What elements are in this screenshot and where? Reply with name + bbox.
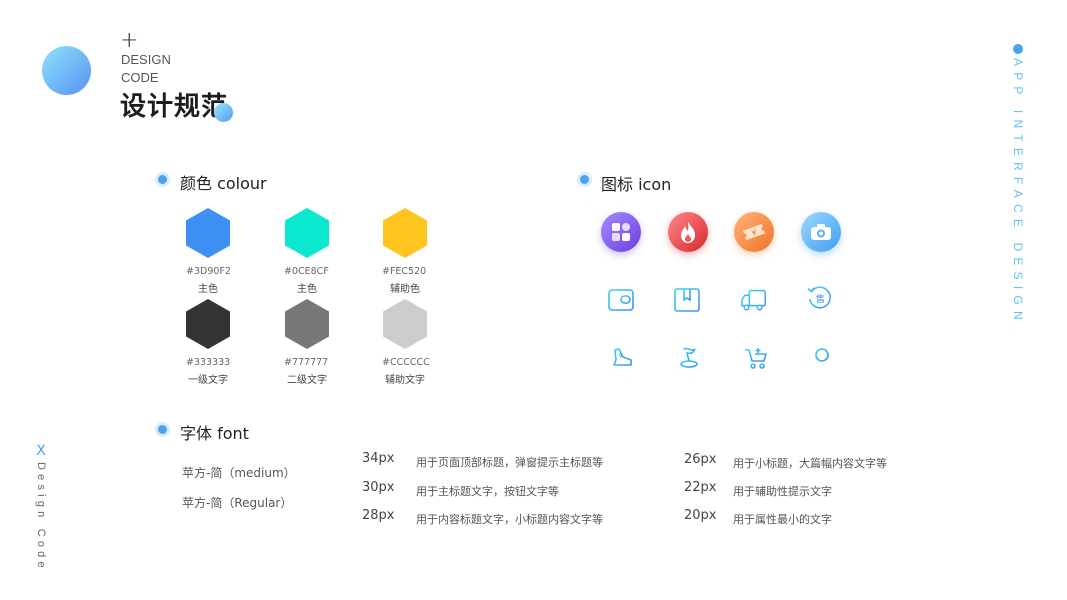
wallet-icon-glyph	[608, 289, 634, 311]
design-code-line2: CODE	[121, 70, 159, 85]
fire-icon[interactable]	[668, 212, 708, 252]
flag-icon-glyph	[680, 347, 698, 368]
font-size-description: 用于内容标题文字，小标题内容文字等	[416, 513, 603, 526]
font-size-description: 用于小标题，大篇幅内容文字等	[733, 457, 887, 470]
flag-icon[interactable]	[675, 344, 703, 372]
page-title: 设计规范	[120, 92, 229, 122]
hexagon-swatch	[186, 299, 230, 349]
side-vertical-caption-left: X Design Code	[34, 444, 48, 572]
section-bullet-icon	[580, 175, 589, 184]
swatch-label: 二级文字	[287, 375, 327, 386]
font-size-value: 22px	[684, 480, 717, 495]
color-swatch: #0CE8CF 主色	[257, 208, 357, 295]
cart-icon[interactable]	[742, 344, 770, 372]
hexagon-swatch	[285, 208, 329, 258]
sneaker-icon[interactable]	[608, 344, 636, 372]
section-bullet-icon	[158, 175, 167, 184]
design-code-line1: DESIGN	[121, 52, 171, 67]
after-sale-icon[interactable]: 售	[806, 284, 834, 312]
font-size-value: 26px	[684, 452, 717, 467]
truck-icon[interactable]	[740, 286, 768, 314]
user-icon[interactable]	[808, 344, 836, 372]
after-sale-icon-glyph: 售	[807, 286, 831, 309]
hexagon-swatch	[383, 299, 427, 349]
after-sale-char: 售	[816, 293, 825, 305]
swatch-hex-code: #333333	[186, 357, 231, 368]
swatch-hex-code: #FEC520	[382, 266, 427, 277]
cart-icon-glyph	[745, 348, 767, 369]
camera-icon[interactable]	[801, 212, 841, 252]
hexagon-swatch	[186, 208, 230, 258]
font-size-description: 用于页面顶部标题，弹窗提示主标题等	[416, 456, 603, 469]
color-swatch: #333333 一级文字	[158, 299, 258, 386]
section-bullet-icon	[158, 425, 167, 434]
x-mark-icon: X	[36, 443, 46, 459]
swatch-label: 一级文字	[188, 375, 228, 386]
box-icon[interactable]	[673, 286, 701, 314]
box-icon-glyph	[674, 288, 700, 312]
swatch-label: 辅助文字	[385, 375, 425, 386]
font-size-value: 28px	[362, 508, 395, 523]
swatch-hex-code: #3D90F2	[186, 266, 231, 277]
font-section-title: 字体 font	[180, 424, 249, 443]
font-size-value: 30px	[362, 480, 395, 495]
hexagon-swatch	[285, 299, 329, 349]
colour-section-title: 颜色 colour	[180, 174, 267, 193]
camera-icon-glyph	[811, 224, 831, 240]
swatch-label: 主色	[297, 284, 317, 295]
side-vertical-caption-right: APP INTERFACE DESIGN	[1011, 44, 1025, 326]
apps-icon[interactable]	[601, 212, 641, 252]
swatch-hex-code: #777777	[284, 357, 329, 368]
color-swatch: #3D90F2 主色	[158, 208, 258, 295]
design-code-vertical-text: Design Code	[35, 462, 47, 572]
font-size-value: 20px	[684, 508, 717, 523]
ticket-icon-glyph: ¥	[742, 223, 766, 241]
app-interface-design-text: APP INTERFACE DESIGN	[1011, 58, 1025, 326]
wallet-icon[interactable]	[607, 286, 635, 314]
font-size-description: 用于属性最小的文字	[733, 513, 832, 526]
font-size-description: 用于主标题文字，按钮文字等	[416, 485, 559, 498]
font-size-description: 用于辅助性提示文字	[733, 485, 832, 498]
apps-icon-glyph	[612, 223, 630, 241]
color-swatch: #FEC520 辅助色	[355, 208, 455, 295]
design-code-label: DESIGN CODE	[121, 51, 171, 87]
swatch-label: 辅助色	[390, 284, 420, 295]
user-icon-glyph	[814, 348, 830, 367]
font-family-regular: 苹方-简（Regular）	[182, 496, 293, 510]
font-size-value: 34px	[362, 451, 395, 466]
color-swatch: #777777 二级文字	[257, 299, 357, 386]
sneaker-icon-glyph	[613, 348, 632, 366]
dot-icon	[1013, 44, 1023, 54]
font-family-medium: 苹方-简（medium）	[182, 466, 296, 480]
hexagon-swatch	[383, 208, 427, 258]
swatch-label: 主色	[198, 284, 218, 295]
swatch-hex-code: #0CE8CF	[284, 266, 329, 277]
plus-icon: +	[120, 28, 139, 53]
fire-icon-glyph	[681, 221, 695, 243]
icon-section-title: 图标 icon	[601, 175, 672, 194]
title-decorative-dot	[214, 103, 233, 122]
truck-icon-glyph	[741, 289, 766, 311]
ticket-icon[interactable]: ¥	[734, 212, 774, 252]
color-swatch: #CCCCCC 辅助文字	[355, 299, 455, 386]
swatch-hex-code: #CCCCCC	[382, 357, 430, 368]
decorative-circle	[42, 46, 91, 95]
